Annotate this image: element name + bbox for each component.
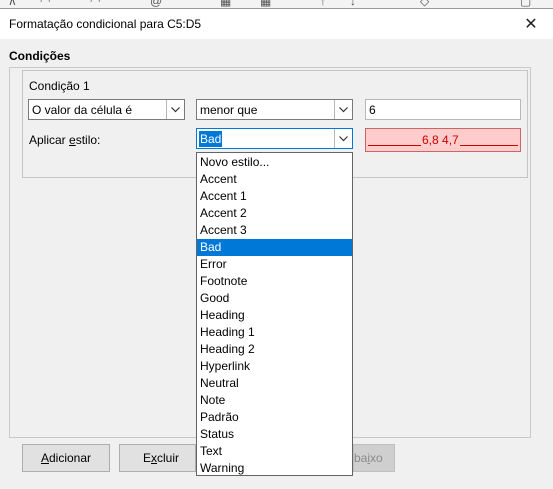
apply-style-label-accel: e <box>69 133 76 147</box>
move-down-button-label: baixo <box>354 451 383 465</box>
condition-value-input[interactable]: 6 <box>365 99 521 120</box>
dropdown-item[interactable]: Padrão <box>197 409 352 426</box>
title-bar: Formatação condicional para C5:D5 ✕ <box>0 9 553 39</box>
chevron-down-icon <box>334 129 352 148</box>
background-toolbar-icon: ↑ <box>320 0 326 8</box>
background-toolbar-icon: ◇ <box>420 0 430 8</box>
chevron-down-icon <box>334 100 352 119</box>
operator-select[interactable]: menor que <box>196 99 353 120</box>
dropdown-item[interactable]: Hyperlink <box>197 358 352 375</box>
apply-style-label-part: Aplicar <box>29 133 70 147</box>
background-toolbar-icon: ▦ <box>260 0 272 8</box>
dropdown-item[interactable]: Text <box>197 443 352 460</box>
move-down-text: ba <box>354 451 368 465</box>
dropdown-item[interactable]: Accent <box>197 171 352 188</box>
cell-mode-value: O valor da célula é <box>32 103 133 117</box>
close-icon: ✕ <box>524 16 538 33</box>
chevron-down-icon <box>166 100 184 119</box>
add-button[interactable]: Adicionar <box>22 444 110 472</box>
move-down-button[interactable]: baixo <box>353 444 395 472</box>
dropdown-item[interactable]: Status <box>197 426 352 443</box>
move-down-text: xo <box>370 451 383 465</box>
operator-value: menor que <box>200 103 258 117</box>
add-button-label: Adicionar <box>41 451 91 465</box>
dropdown-item[interactable]: Note <box>197 392 352 409</box>
background-toolbar-icon: ↓ <box>350 0 356 8</box>
background-toolbar-icon: ∧ <box>8 0 17 8</box>
apply-style-value: Bad <box>199 131 223 147</box>
add-button-text: dicionar <box>48 451 92 465</box>
preview-text: 6,8 4,7 <box>421 133 460 147</box>
delete-button-label: Excluir <box>143 451 179 465</box>
dropdown-item[interactable]: Bad <box>197 239 352 256</box>
dropdown-item[interactable]: Accent 1 <box>197 188 352 205</box>
background-toolbar-icon: ▦ <box>220 0 232 8</box>
background-toolbar-icon: ◠ <box>40 0 51 8</box>
dropdown-item[interactable]: Heading <box>197 307 352 324</box>
dropdown-item[interactable]: Heading 1 <box>197 324 352 341</box>
delete-button[interactable]: Excluir <box>119 444 196 472</box>
delete-button-text: E <box>143 451 152 465</box>
dropdown-item[interactable]: Heading 2 <box>197 341 352 358</box>
background-toolbar-icon: ◠ <box>90 0 101 8</box>
style-dropdown-list[interactable]: Novo estilo... Accent Accent 1 Accent 2 Acce… <box>196 152 353 476</box>
delete-button-text: cluir <box>157 451 180 465</box>
cell-mode-select[interactable]: O valor da célula é <box>28 99 185 120</box>
dropdown-item[interactable]: Footnote <box>197 273 352 290</box>
apply-style-select[interactable]: Bad <box>196 128 353 149</box>
dropdown-item[interactable]: Accent 3 <box>197 222 352 239</box>
dropdown-item[interactable]: Novo estilo... <box>197 154 352 171</box>
condition-label: Condição 1 <box>29 79 90 93</box>
background-toolbar-icon: ▢ <box>520 0 532 8</box>
dialog-title: Formatação condicional para C5:D5 <box>9 17 202 31</box>
dropdown-item[interactable]: Accent 2 <box>197 205 352 222</box>
close-button[interactable]: ✕ <box>509 9 553 39</box>
dropdown-item[interactable]: Neutral <box>197 375 352 392</box>
add-button-accel: A <box>40 451 49 465</box>
dropdown-item[interactable]: Error <box>197 256 352 273</box>
style-preview: 6,8 4,7 <box>365 128 521 152</box>
condition-value: 6 <box>369 103 376 117</box>
dropdown-item[interactable]: Good <box>197 290 352 307</box>
apply-style-label-part: stilo: <box>75 133 101 147</box>
dropdown-item[interactable]: Warning <box>197 460 352 477</box>
background-toolbar-icon: @ <box>150 0 163 8</box>
background-toolbar-strip: ∧ ◠ ◠ @ ▦ ▦ ↑ ↓ ◇ ▢ <box>0 0 553 8</box>
apply-style-label: Aplicar estilo: <box>29 133 100 147</box>
conditions-heading: Condições <box>9 49 71 63</box>
